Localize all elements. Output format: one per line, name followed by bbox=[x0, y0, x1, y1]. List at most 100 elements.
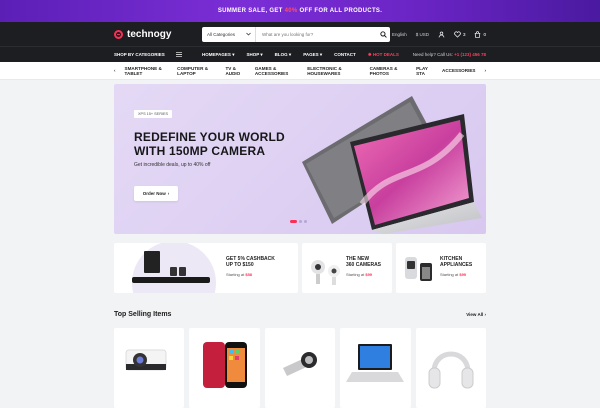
site-header: technogy All Categories English $ USD 3 … bbox=[0, 22, 600, 46]
help-label: Need help? Call Us: bbox=[412, 52, 453, 57]
product-card-laptop[interactable] bbox=[340, 328, 411, 408]
nav-item-blog[interactable]: BLOG ▾ bbox=[275, 52, 292, 58]
category-item[interactable]: COMPUTER & LAPTOP bbox=[177, 66, 216, 76]
nav-item-contact[interactable]: CONTACT bbox=[334, 52, 356, 57]
cart-button[interactable]: 0 bbox=[474, 30, 486, 38]
heart-icon bbox=[454, 31, 461, 38]
nav-item-label: BLOG bbox=[274, 51, 288, 57]
order-now-label: Order Now bbox=[142, 191, 166, 196]
wishlist-button[interactable]: 3 bbox=[454, 31, 466, 38]
product-card-projector[interactable] bbox=[114, 328, 185, 408]
view-all-link[interactable]: View All › bbox=[466, 312, 486, 317]
section-title: Top Selling Items bbox=[114, 311, 172, 318]
nav-item-homepages[interactable]: HOMEPAGES ▾ bbox=[202, 52, 234, 58]
logo-icon bbox=[114, 29, 123, 39]
nav-item-shop[interactable]: SHOP ▾ bbox=[246, 52, 262, 58]
card-price: $58 bbox=[245, 272, 253, 277]
cart-count: 0 bbox=[483, 31, 486, 37]
hero-title: REDEFINE YOUR WORLD WITH 150MP CAMERA bbox=[134, 130, 285, 158]
category-item[interactable]: GAMES & ACCESSORIES bbox=[255, 66, 298, 76]
currency-select[interactable]: $ USD bbox=[416, 32, 429, 37]
product-card-headphones[interactable] bbox=[415, 328, 486, 408]
hero-subtitle: Get incredible deals, up to 40% off bbox=[134, 162, 211, 168]
category-select[interactable]: All Categories bbox=[202, 26, 256, 42]
search-button[interactable] bbox=[376, 27, 390, 42]
chevron-down-icon: ▾ bbox=[288, 51, 292, 57]
card-price: $99 bbox=[459, 272, 467, 277]
carousel-dots bbox=[290, 220, 307, 223]
product-card-iphone[interactable] bbox=[189, 328, 260, 408]
nav-item-label: HOMEPAGES bbox=[202, 51, 231, 57]
fire-icon: ✸ bbox=[367, 51, 372, 57]
product-grid bbox=[114, 328, 486, 408]
promo-text-after: OFF FOR ALL PRODUCTS. bbox=[299, 8, 383, 14]
help-phone[interactable]: +1 (123) 456 78 bbox=[454, 52, 486, 57]
card-title-line2: UP TO $150 bbox=[226, 262, 254, 268]
main-nav: SHOP BY CATEGORIES HOMEPAGES ▾ SHOP ▾ BL… bbox=[0, 46, 600, 62]
category-item[interactable]: TV & AUDIO bbox=[225, 66, 245, 76]
menu-icon bbox=[176, 52, 182, 57]
chevron-right-icon: › bbox=[484, 312, 487, 317]
chevron-down-icon: ▾ bbox=[319, 51, 323, 57]
hero-title-line2: WITH 150MP CAMERA bbox=[134, 144, 266, 158]
nav-item-label: HOT DEALS bbox=[372, 51, 399, 57]
wishlist-count: 3 bbox=[462, 31, 466, 37]
search-input[interactable] bbox=[256, 31, 376, 37]
promo-card-kitchen[interactable]: KITCHEN APPLIANCES Starting at $99 bbox=[396, 243, 486, 293]
bag-icon bbox=[475, 30, 481, 38]
promo-card-cameras[interactable]: THE NEW 360 CAMERAS Starting at $99 bbox=[302, 243, 392, 293]
soundbar-image bbox=[132, 243, 216, 293]
hero-title-line1: REDEFINE YOUR WORLD bbox=[134, 130, 285, 144]
card-title: GET 5% CASHBACK UP TO $150 bbox=[226, 256, 275, 268]
category-item[interactable]: ELECTRONIC & HOUSEWARES bbox=[307, 66, 360, 76]
card-price-line: Starting at $99 bbox=[440, 272, 466, 277]
category-item[interactable]: CAMERAS & PHOTOS bbox=[370, 66, 408, 76]
nav-item-hot-deals[interactable]: ✸ HOT DEALS bbox=[368, 52, 399, 58]
top-selling-header: Top Selling Items View All › bbox=[114, 311, 486, 318]
headphones-image bbox=[428, 351, 474, 389]
category-bar: ‹ SMARTPHONE & TABLET COMPUTER & LAPTOP … bbox=[0, 62, 600, 80]
category-select-label: All Categories bbox=[207, 31, 236, 37]
order-now-button[interactable]: Order Now › bbox=[134, 186, 178, 201]
logo[interactable]: technogy bbox=[114, 29, 202, 40]
product-card-headset[interactable] bbox=[264, 328, 336, 408]
carousel-dot[interactable] bbox=[290, 220, 297, 223]
hero-tag: XPS 15+ SERIES bbox=[134, 110, 173, 118]
card-title-line2: 360 CAMERAS bbox=[346, 262, 382, 268]
nav-item-pages[interactable]: PAGES ▾ bbox=[303, 52, 322, 58]
account-button[interactable] bbox=[438, 31, 445, 38]
card-price: $99 bbox=[365, 272, 373, 277]
category-item[interactable]: SMARTPHONE & TABLET bbox=[125, 66, 169, 76]
promo-card-cashback[interactable]: GET 5% CASHBACK UP TO $150 Starting at $5… bbox=[114, 243, 298, 293]
card-title-line2: APPLIANCES bbox=[440, 262, 473, 268]
header-actions: English $ USD 3 0 bbox=[392, 30, 486, 38]
laptop-image bbox=[302, 96, 482, 234]
carousel-dot[interactable] bbox=[304, 220, 307, 223]
shop-by-label: SHOP BY CATEGORIES bbox=[114, 52, 165, 57]
category-item[interactable]: ACCESSORIES bbox=[442, 68, 475, 73]
language-select[interactable]: English bbox=[392, 32, 407, 37]
view-all-label: View All bbox=[466, 312, 484, 317]
shop-by-categories-button[interactable]: SHOP BY CATEGORIES bbox=[114, 52, 186, 57]
phone-image bbox=[203, 342, 248, 388]
card-price-line: Starting at $58 bbox=[226, 272, 252, 277]
starting-label: Starting at bbox=[226, 272, 245, 277]
kitchen-appliance-image bbox=[405, 257, 432, 281]
projector-image bbox=[125, 349, 167, 371]
card-title: THE NEW 360 CAMERAS bbox=[346, 256, 381, 268]
nav-items: HOMEPAGES ▾ SHOP ▾ BLOG ▾ PAGES ▾ CONTAC… bbox=[202, 52, 399, 58]
nav-item-label: SHOP bbox=[246, 51, 260, 57]
chevron-right-icon[interactable]: › bbox=[484, 68, 486, 73]
category-item[interactable]: PLAY STA bbox=[416, 66, 433, 76]
search-bar: All Categories bbox=[202, 26, 390, 42]
starting-label: Starting at bbox=[440, 272, 459, 277]
carousel-dot[interactable] bbox=[299, 220, 302, 223]
promo-cards: GET 5% CASHBACK UP TO $150 Starting at $5… bbox=[114, 243, 486, 293]
help-contact: Need help? Call Us: +1 (123) 456 78 bbox=[413, 52, 486, 57]
logo-text: technogy bbox=[127, 28, 172, 40]
chevron-down-icon bbox=[246, 32, 251, 36]
promo-banner: SUMMER SALE, GET 40% OFF FOR ALL PRODUCT… bbox=[0, 0, 600, 22]
nav-item-label: PAGES bbox=[303, 51, 319, 57]
chevron-left-icon[interactable]: ‹ bbox=[114, 68, 116, 73]
promo-text-before: SUMMER SALE, GET bbox=[217, 8, 283, 14]
